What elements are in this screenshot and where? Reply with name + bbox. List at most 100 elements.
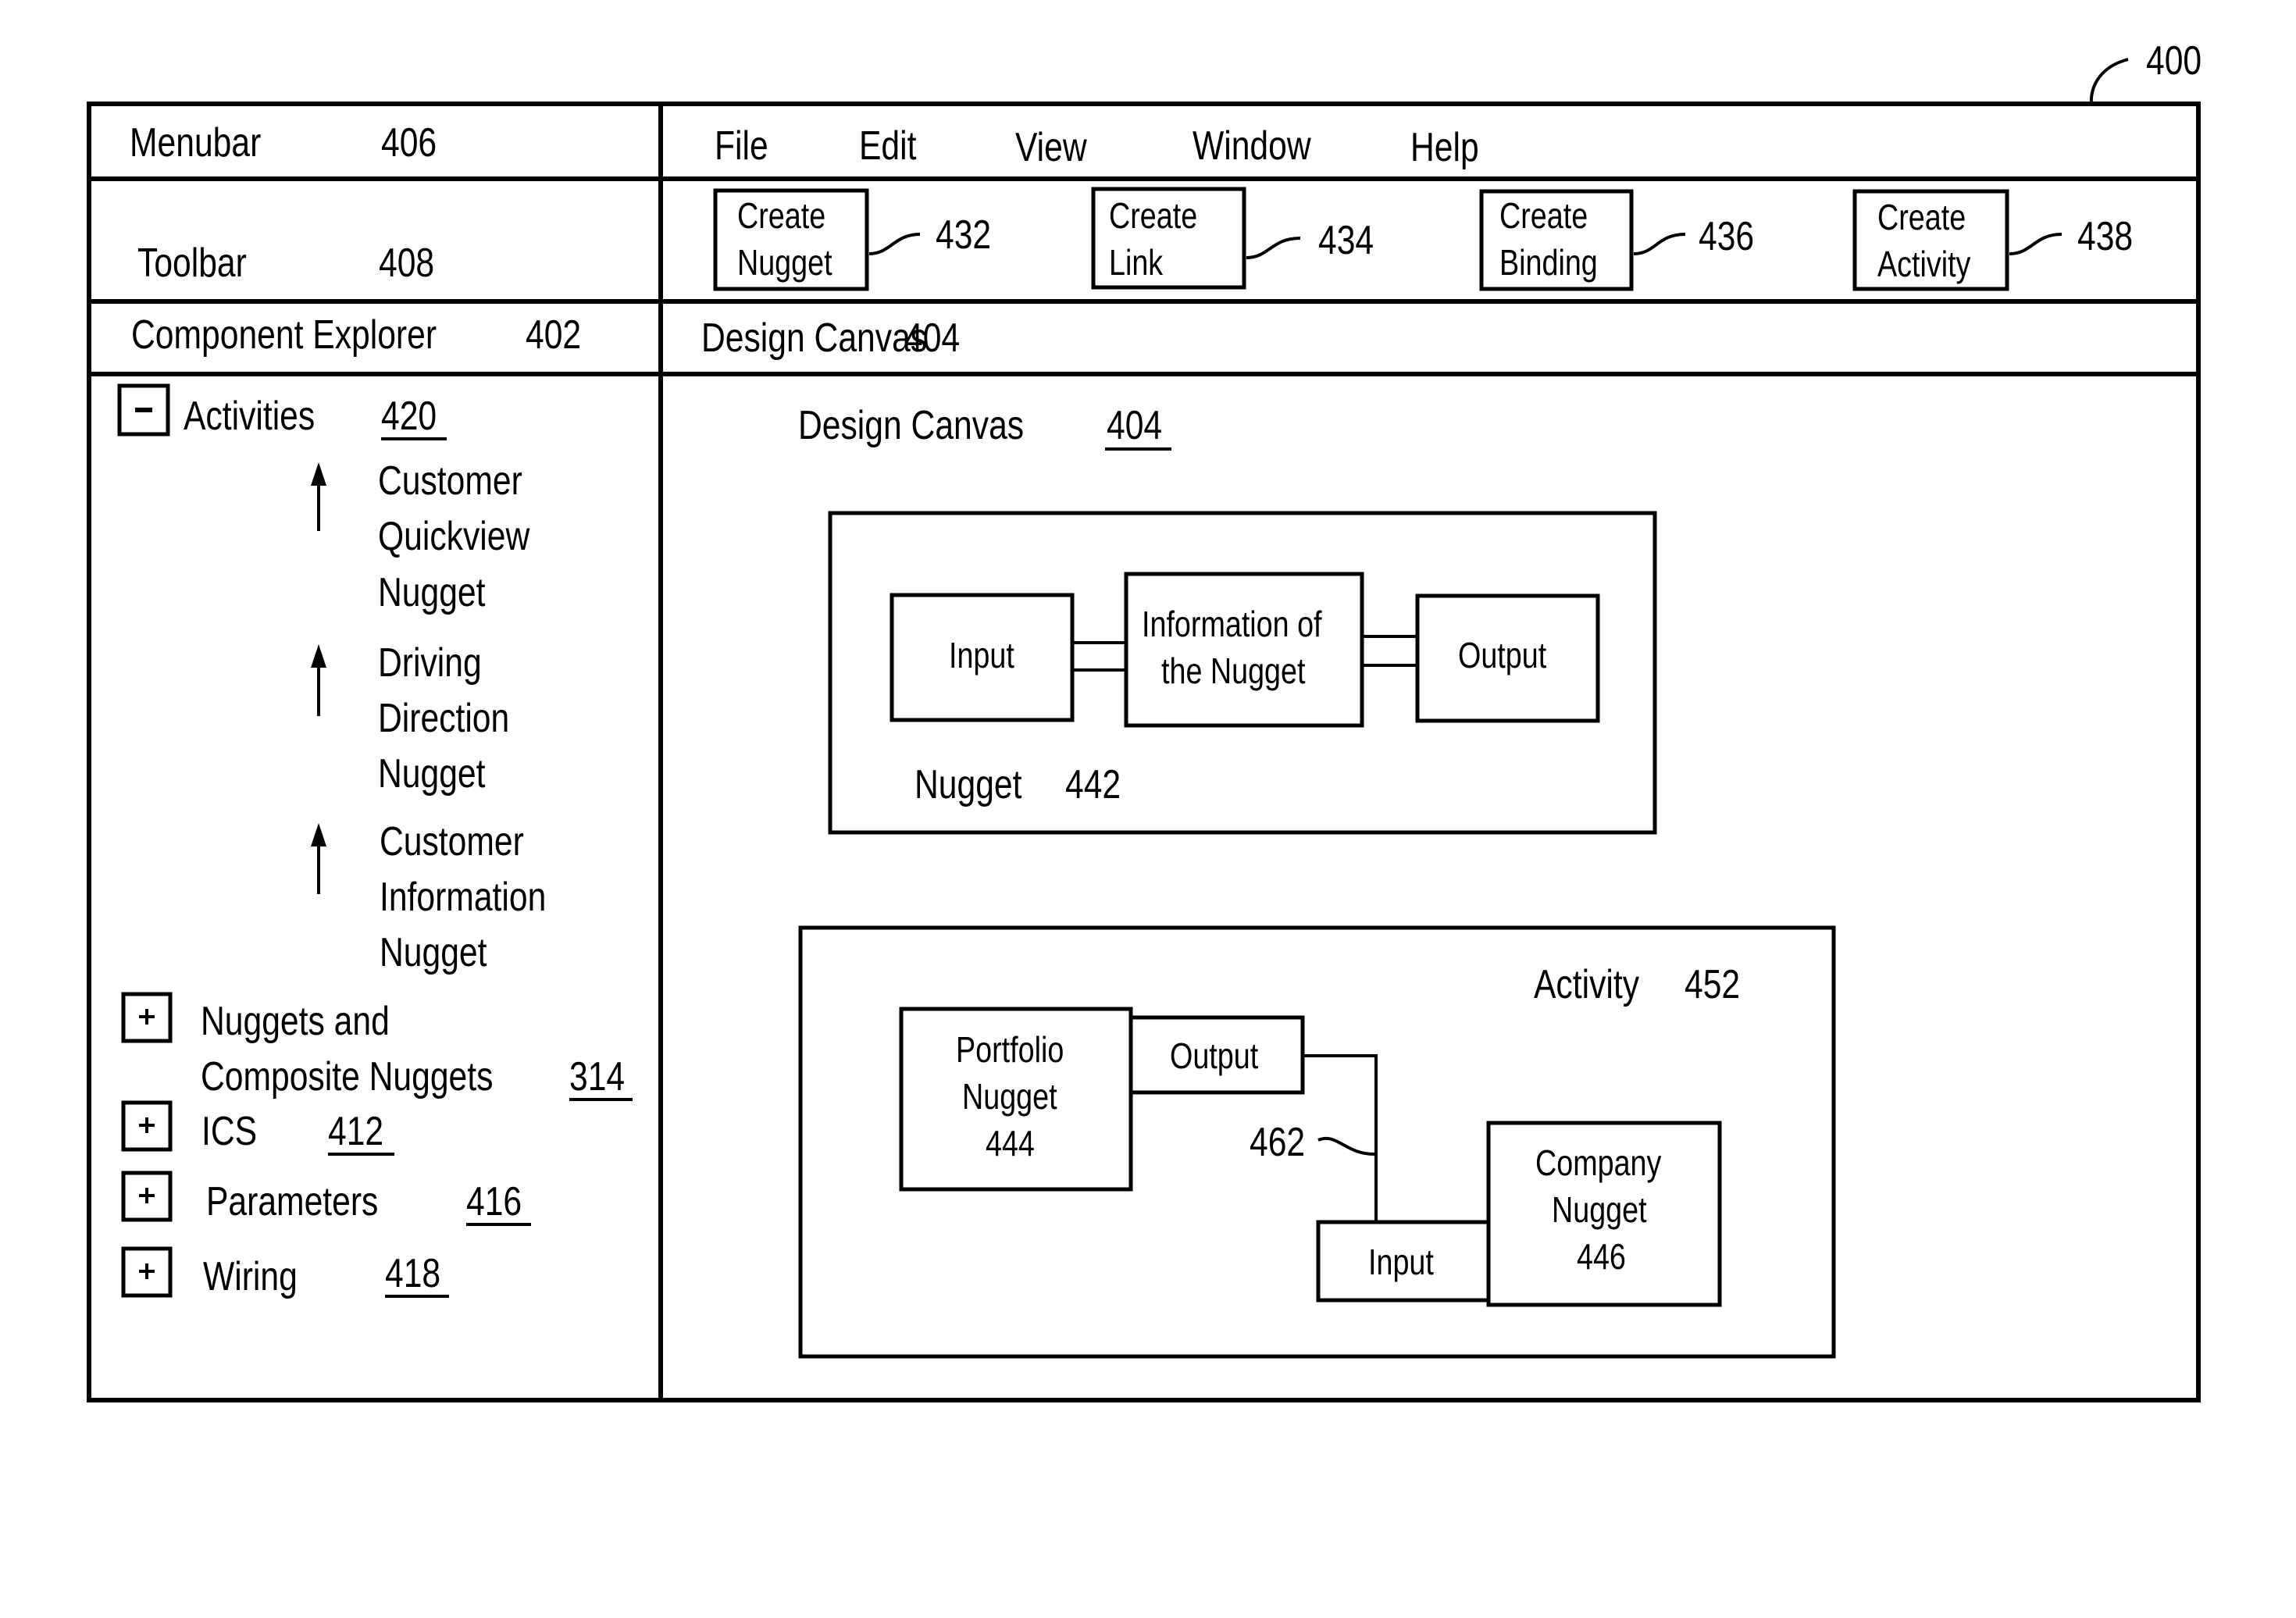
- ref-leader: [1246, 237, 1301, 259]
- tree-child-line: Nugget: [378, 570, 485, 615]
- wire-ref: 462: [1250, 1120, 1305, 1165]
- nugget-input-port[interactable]: Input: [890, 593, 1075, 722]
- component-explorer-header: Component Explorer 402: [131, 312, 581, 358]
- tree-child-line: Nugget: [378, 751, 485, 797]
- activity-label: Activity: [1534, 962, 1639, 1007]
- nugget-output-port[interactable]: Output: [1415, 593, 1600, 723]
- tree-child-customer-quickview-nugget[interactable]: Customer Quickview Nugget: [311, 458, 530, 615]
- button-label: Create: [1109, 195, 1197, 235]
- tree-child-line: Direction: [378, 696, 509, 741]
- button-ref: 434: [1318, 218, 1374, 263]
- port-label: Input: [949, 635, 1014, 675]
- button-label: Activity: [1877, 244, 1970, 283]
- tree-node-ics[interactable]: ICS 412: [121, 1100, 394, 1156]
- menubar-label-group: Menubar 406: [130, 120, 437, 166]
- button-label: Create: [1877, 197, 1966, 237]
- tree-node-label: ICS: [201, 1109, 257, 1154]
- port-label: Output: [1458, 635, 1546, 675]
- button-label: Link: [1109, 242, 1164, 282]
- nugget-name-line: Company: [1535, 1142, 1661, 1182]
- nugget-ref-line: 446: [1577, 1236, 1626, 1276]
- tree-node-wiring[interactable]: Wiring 418: [121, 1246, 449, 1299]
- info-label-line: Information of: [1142, 604, 1322, 643]
- nugget-information-box[interactable]: Information of the Nugget: [1124, 572, 1364, 728]
- button-label: Nugget: [737, 242, 832, 282]
- activity-block[interactable]: Activity 452 Portfolio Nugget 444 Output…: [798, 925, 1836, 1359]
- tree-child-customer-information-nugget[interactable]: Customer Information Nugget: [311, 819, 546, 975]
- component-explorer-ref: 402: [526, 312, 581, 358]
- ref-leader: [2009, 233, 2062, 255]
- design-canvas[interactable]: Design Canvas 404 Input Information of t…: [798, 403, 1836, 1359]
- menubar-label: Menubar: [130, 120, 261, 166]
- port-label: Output: [1170, 1035, 1258, 1075]
- info-label-line: the Nugget: [1161, 650, 1306, 690]
- tree-node-activities[interactable]: Activities 420: [117, 383, 447, 440]
- menu-item-view[interactable]: View: [1015, 125, 1087, 170]
- up-arrow-icon: [311, 462, 326, 531]
- tree-node-ref: 420: [381, 394, 437, 439]
- tree-node-label: Parameters: [206, 1179, 378, 1224]
- design-canvas-title-ref: 404: [1107, 403, 1162, 448]
- tree-child-driving-direction-nugget[interactable]: Driving Direction Nugget: [311, 640, 509, 797]
- tree-child-line: Nugget: [380, 930, 487, 975]
- menu-item-window[interactable]: Window: [1193, 123, 1311, 169]
- tree-node-parameters[interactable]: Parameters 416: [121, 1171, 531, 1226]
- tree-node-ref: 314: [569, 1054, 625, 1099]
- tree-node-label: Activities: [184, 394, 315, 439]
- tree-node-label: Composite Nuggets: [201, 1054, 493, 1099]
- tree-node-ref: 418: [385, 1251, 440, 1296]
- tree-child-line: Customer: [380, 819, 524, 864]
- create-binding-button[interactable]: Create Binding 436: [1479, 189, 1754, 291]
- create-nugget-button[interactable]: Create Nugget 432: [713, 188, 991, 291]
- nugget-name-line: Nugget: [1552, 1189, 1647, 1229]
- up-arrow-icon: [311, 823, 326, 894]
- menubar: File Edit View Window Help: [715, 123, 1479, 170]
- menu-item-help[interactable]: Help: [1410, 125, 1479, 170]
- menubar-ref: 406: [381, 120, 437, 166]
- toolbar-label-group: Toolbar 408: [137, 241, 434, 286]
- portfolio-nugget[interactable]: Portfolio Nugget 444: [899, 1007, 1133, 1192]
- up-arrow-icon: [311, 644, 326, 716]
- nugget-name-line: Nugget: [962, 1076, 1057, 1116]
- tree-node-ref: 416: [466, 1179, 522, 1224]
- button-label: Create: [1499, 195, 1588, 235]
- activity-ref: 452: [1685, 962, 1740, 1007]
- design-canvas-title: Design Canvas: [798, 403, 1024, 448]
- portfolio-output-port[interactable]: Output: [1128, 1015, 1305, 1095]
- ref-leader: [1633, 233, 1686, 255]
- nugget-label: Nugget: [914, 762, 1021, 807]
- tree-node-nuggets-and-composite-nuggets[interactable]: Nuggets and Composite Nuggets 314: [121, 992, 633, 1101]
- design-canvas-header-label: Design Canvas: [701, 315, 927, 361]
- tree-node-label: Nuggets and: [201, 999, 390, 1044]
- nugget-block[interactable]: Input Information of the Nugget Output N…: [828, 511, 1657, 835]
- patent-figure: 400 Menubar 406 Toolbar 408 Component Ex…: [87, 38, 2202, 1402]
- toolbar: Create Nugget 432 Create Link 434 Create…: [713, 187, 2133, 291]
- tree-child-line: Driving: [378, 640, 482, 686]
- menu-item-edit[interactable]: Edit: [859, 123, 916, 169]
- tree-child-line: Customer: [378, 458, 522, 504]
- tree-node-label: Wiring: [203, 1254, 298, 1299]
- company-nugget[interactable]: Company Nugget 446: [1486, 1121, 1722, 1307]
- button-label: Create: [737, 195, 825, 235]
- create-activity-button[interactable]: Create Activity 438: [1852, 189, 2133, 291]
- button-label: Binding: [1499, 242, 1598, 282]
- toolbar-label: Toolbar: [137, 241, 247, 286]
- ref-leader: [868, 233, 921, 255]
- company-input-port[interactable]: Input: [1316, 1220, 1491, 1303]
- tree-child-line: Information: [380, 875, 546, 920]
- design-canvas-header-ref: 404: [904, 315, 960, 361]
- nugget-ref-line: 444: [986, 1123, 1035, 1163]
- port-label: Input: [1368, 1242, 1434, 1281]
- figure-reference: 400: [2089, 38, 2202, 106]
- nugget-ref: 442: [1065, 762, 1121, 807]
- figure-ref-leader: [2089, 58, 2129, 106]
- toolbar-ref: 408: [379, 241, 434, 286]
- figure-ref-number: 400: [2146, 38, 2202, 84]
- component-explorer-tree: Activities 420 Customer Quickview Nugget…: [117, 383, 633, 1299]
- nugget-name-line: Portfolio: [956, 1029, 1064, 1069]
- tree-node-ref: 412: [328, 1109, 383, 1154]
- create-link-button[interactable]: Create Link 434: [1091, 187, 1374, 290]
- button-ref: 436: [1699, 214, 1754, 259]
- tree-child-line: Quickview: [378, 514, 530, 559]
- menu-item-file[interactable]: File: [715, 123, 768, 169]
